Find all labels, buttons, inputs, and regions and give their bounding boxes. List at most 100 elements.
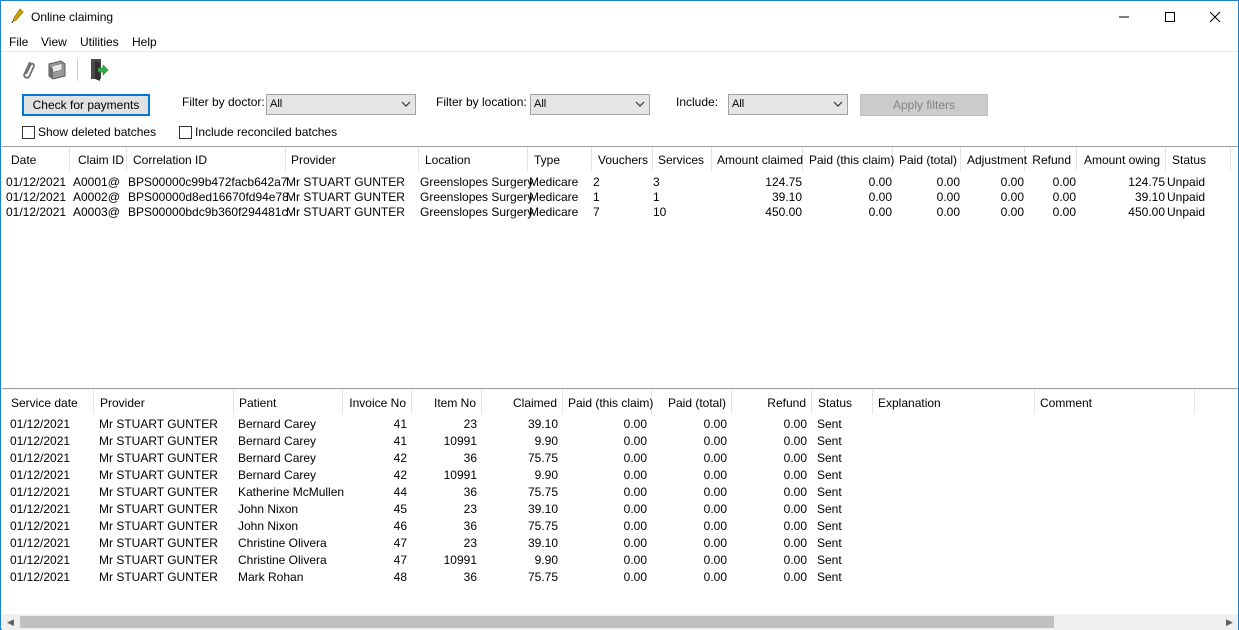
paperclip-icon <box>23 61 35 79</box>
column-header-invoice-no[interactable]: Invoice No <box>343 390 412 414</box>
check-payments-button[interactable]: Check for payments <box>22 94 150 116</box>
close-icon <box>1209 11 1221 22</box>
close-button[interactable] <box>1192 1 1238 32</box>
column-header-adjustment[interactable]: Adjustment <box>962 147 1027 171</box>
table-row[interactable]: 01/12/2021 Mr STUART GUNTER Bernard Carey 4… <box>2 434 1238 449</box>
menu-utilities[interactable]: Utilities <box>80 35 119 49</box>
column-header-amount-claimed[interactable]: Amount claimed <box>712 147 803 171</box>
cell-provider: Mr STUART GUNTER <box>286 175 405 189</box>
column-header-status[interactable]: Status <box>813 390 873 414</box>
apply-filters-button[interactable]: Apply filters <box>860 94 988 116</box>
cell-item-no: 10991 <box>443 434 477 448</box>
cell-patient: Katherine McMullen <box>238 485 345 499</box>
table-row[interactable]: 01/12/2021 Mr STUART GUNTER Mark Rohan 48 36… <box>2 570 1238 585</box>
cell-patient: Mark Rohan <box>238 570 304 584</box>
cell-invoice-no: 41 <box>393 417 407 431</box>
include-filter-select[interactable]: All <box>728 94 848 115</box>
menu-file[interactable]: File <box>9 35 28 49</box>
checkbox-box[interactable] <box>22 125 35 139</box>
column-header-type[interactable]: Type <box>529 147 592 171</box>
include-filter-value: All <box>732 98 745 110</box>
column-header-paid-total[interactable]: Paid (total) <box>653 390 732 414</box>
minimize-button[interactable] <box>1101 1 1147 32</box>
cell-service-date: 01/12/2021 <box>10 451 71 465</box>
cell-claimed: 39.10 <box>527 502 558 516</box>
location-filter-select[interactable]: All <box>530 94 650 115</box>
pen-nib-icon <box>10 8 26 24</box>
cell-paid-this-claim: 0.00 <box>868 175 892 189</box>
maximize-icon <box>1165 11 1175 22</box>
show-deleted-checkbox[interactable]: Show deleted batches <box>22 125 156 139</box>
doctor-filter-select[interactable]: All <box>266 94 416 115</box>
column-header-vouchers[interactable]: Vouchers <box>593 147 653 171</box>
table-row[interactable]: 01/12/2021 Mr STUART GUNTER Katherine McMu… <box>2 485 1238 500</box>
exit-button[interactable] <box>85 57 111 83</box>
scrollbar-thumb[interactable] <box>20 616 1054 628</box>
column-header-service-date[interactable]: Service date <box>6 390 94 414</box>
cell-refund: 0.00 <box>783 570 807 584</box>
cell-refund: 0.00 <box>1052 175 1076 189</box>
table-row[interactable]: 01/12/2021 Mr STUART GUNTER Christine Oliv… <box>2 536 1238 551</box>
cell-invoice-no: 42 <box>393 468 407 482</box>
column-header-patient[interactable]: Patient <box>234 390 343 414</box>
table-row[interactable]: 01/12/2021 Mr STUART GUNTER Christine Oliv… <box>2 553 1238 568</box>
scroll-right-icon[interactable]: ▶ <box>1221 614 1238 630</box>
column-header-explanation[interactable]: Explanation <box>873 390 1035 414</box>
batches-table: Date Claim ID Correlation ID Provider Locati… <box>2 146 1238 389</box>
column-header-status[interactable]: Status <box>1167 147 1231 171</box>
column-header-paid-total[interactable]: Paid (total) <box>894 147 961 171</box>
cell-paid-this-claim: 0.00 <box>868 205 892 219</box>
print-button[interactable] <box>44 57 70 83</box>
cell-paid-this-claim: 0.00 <box>623 434 647 448</box>
scroll-left-icon[interactable]: ◀ <box>2 614 19 630</box>
include-reconciled-checkbox[interactable]: Include reconciled batches <box>179 125 337 139</box>
cell-paid-total: 0.00 <box>703 536 727 550</box>
cell-paid-this-claim: 0.00 <box>623 553 647 567</box>
column-header-refund[interactable]: Refund <box>733 390 812 414</box>
cell-patient: Bernard Carey <box>238 451 317 465</box>
cell-patient: Bernard Carey <box>238 417 317 431</box>
column-header-paid-this-claim[interactable]: Paid (this claim) <box>804 147 894 171</box>
cell-paid-total: 0.00 <box>936 175 960 189</box>
table-row[interactable]: 01/12/2021 Mr STUART GUNTER John Nixon 46 36… <box>2 519 1238 534</box>
column-header-claim-id[interactable]: Claim ID <box>73 147 127 171</box>
menu-view[interactable]: View <box>41 35 67 49</box>
cell-invoice-no: 45 <box>393 502 407 516</box>
column-header-item-no[interactable]: Item No <box>413 390 482 414</box>
cell-adjustment: 0.00 <box>1000 190 1024 204</box>
cell-claimed: 75.75 <box>527 451 558 465</box>
column-header-location[interactable]: Location <box>420 147 528 171</box>
column-header-correlation-id[interactable]: Correlation ID <box>128 147 286 171</box>
column-header-provider[interactable]: Provider <box>95 390 234 414</box>
table-row[interactable]: 01/12/2021 Mr STUART GUNTER John Nixon 45 23… <box>2 502 1238 517</box>
table-row[interactable]: 01/12/2021 A0003@ BPS00000bdc9b360f294481c… <box>2 205 1238 220</box>
maximize-button[interactable] <box>1147 1 1193 32</box>
cell-paid-total: 0.00 <box>703 417 727 431</box>
attach-button[interactable] <box>14 57 40 83</box>
show-deleted-label: Show deleted batches <box>38 125 157 139</box>
column-header-services[interactable]: Services <box>653 147 712 171</box>
column-header-paid-this-claim[interactable]: Paid (this claim) <box>563 390 653 414</box>
cell-status: Sent <box>817 417 842 431</box>
column-header-comment[interactable]: Comment <box>1035 390 1195 414</box>
column-header-claimed[interactable]: Claimed <box>483 390 563 414</box>
cell-paid-this-claim: 0.00 <box>623 519 647 533</box>
checkbox-box[interactable] <box>179 125 192 139</box>
window-title: Online claiming <box>31 10 114 24</box>
minimize-icon <box>1119 16 1129 17</box>
table-row[interactable]: 01/12/2021 A0001@ BPS00000c99b472facb642a7… <box>2 175 1238 190</box>
table-row[interactable]: 01/12/2021 Mr STUART GUNTER Bernard Carey 4… <box>2 451 1238 466</box>
online-claiming-window: Online claiming File View Utilities Help <box>0 0 1239 630</box>
table-row[interactable]: 01/12/2021 Mr STUART GUNTER Bernard Carey 4… <box>2 468 1238 483</box>
column-header-amount-owing[interactable]: Amount owing <box>1078 147 1166 171</box>
horizontal-scrollbar[interactable]: ◀ ▶ <box>2 614 1238 630</box>
cell-service-date: 01/12/2021 <box>10 553 71 567</box>
table-row[interactable]: 01/12/2021 A0002@ BPS00000d8ed16670fd94e78… <box>2 190 1238 205</box>
menu-help[interactable]: Help <box>132 35 157 49</box>
column-header-provider[interactable]: Provider <box>286 147 419 171</box>
cell-services: 10 <box>653 205 667 219</box>
column-header-refund[interactable]: Refund <box>1026 147 1077 171</box>
table-row[interactable]: 01/12/2021 Mr STUART GUNTER Bernard Carey 4… <box>2 417 1238 432</box>
column-header-date[interactable]: Date <box>6 147 70 171</box>
services-header-row: Service date Provider Patient Invoice No Ite… <box>2 390 1238 414</box>
